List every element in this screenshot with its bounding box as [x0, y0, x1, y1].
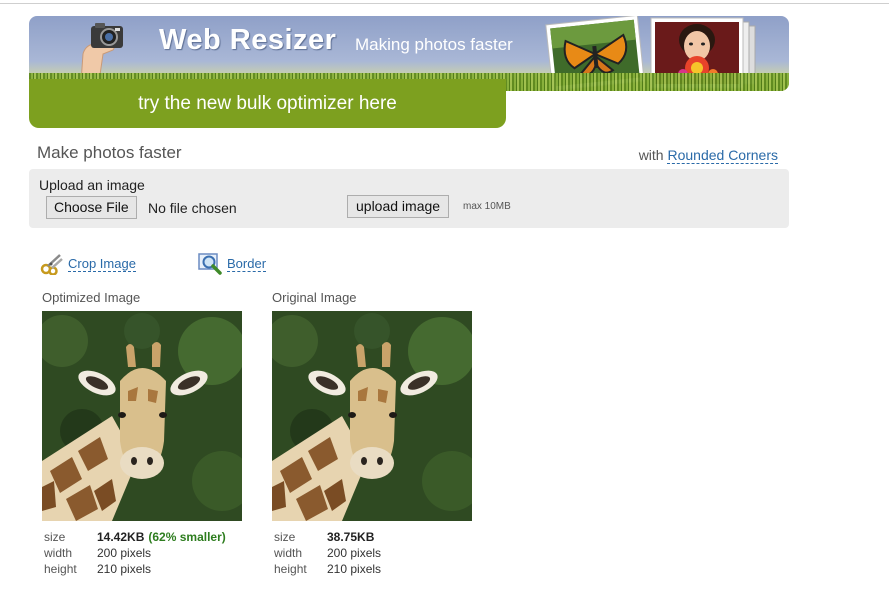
bulk-optimizer-link[interactable]: try the new bulk optimizer here [29, 79, 506, 128]
stat-key: height [44, 562, 77, 576]
original-caption: Original Image [272, 290, 357, 305]
brand-tagline: Making photos faster [355, 35, 513, 54]
original-image-column: Original Image size 38.75KB width 200 pi… [272, 290, 492, 577]
rounded-corners-row: with Rounded Corners [638, 147, 778, 164]
choose-file-button[interactable]: Choose File [46, 196, 137, 219]
stat-key: width [274, 546, 303, 560]
original-height-value: 210 pixels [327, 562, 382, 576]
original-giraffe-image [272, 311, 472, 521]
with-prefix: with [638, 147, 664, 163]
stat-row-height: height 210 pixels [44, 561, 262, 577]
upload-image-button[interactable]: upload image [347, 195, 450, 218]
optimized-height-value: 210 pixels [97, 562, 152, 576]
stat-row-size: size 14.42KB (62% smaller) [44, 529, 262, 545]
page-heading: Make photos faster [37, 143, 182, 162]
stat-row-size: size 38.75KB [274, 529, 492, 545]
optimized-size-value: 14.42KB [97, 530, 145, 544]
stat-key: width [44, 546, 73, 560]
savings-badge: (62% smaller) [148, 530, 226, 544]
stat-row-width: width 200 pixels [44, 545, 262, 561]
top-divider [0, 3, 889, 4]
original-width-value: 200 pixels [327, 546, 382, 560]
crop-image-tool[interactable]: Crop Image [40, 253, 136, 275]
stat-key: size [44, 530, 66, 544]
file-status: No file chosen [148, 200, 237, 216]
crop-image-link[interactable]: Crop Image [68, 256, 136, 272]
optimized-width-value: 200 pixels [97, 546, 152, 560]
border-tool[interactable]: Border [198, 253, 267, 275]
optimized-stats: size 14.42KB (62% smaller) width 200 pix… [44, 529, 262, 577]
scissors-icon [40, 254, 63, 275]
stat-row-width: width 200 pixels [274, 545, 492, 561]
optimized-caption: Optimized Image [42, 290, 141, 305]
stat-row-height: height 210 pixels [274, 561, 492, 577]
rounded-corners-link[interactable]: Rounded Corners [667, 147, 778, 164]
optimized-image-column: Optimized Image size 14.42KB (62% smalle… [42, 290, 262, 577]
max-size-note: max 10MB [463, 201, 511, 212]
stat-key: size [274, 530, 296, 544]
upload-panel: Upload an image Choose File No file chos… [29, 169, 789, 228]
original-size-value: 38.75KB [327, 530, 375, 544]
upload-label: Upload an image [39, 177, 145, 193]
stat-key: height [274, 562, 307, 576]
optimized-giraffe-image [42, 311, 242, 521]
border-link[interactable]: Border [227, 256, 267, 272]
brand-title[interactable]: Web Resizer [159, 24, 336, 57]
original-stats: size 38.75KB width 200 pixels height 210… [274, 529, 492, 577]
magnifier-border-icon [198, 253, 222, 275]
